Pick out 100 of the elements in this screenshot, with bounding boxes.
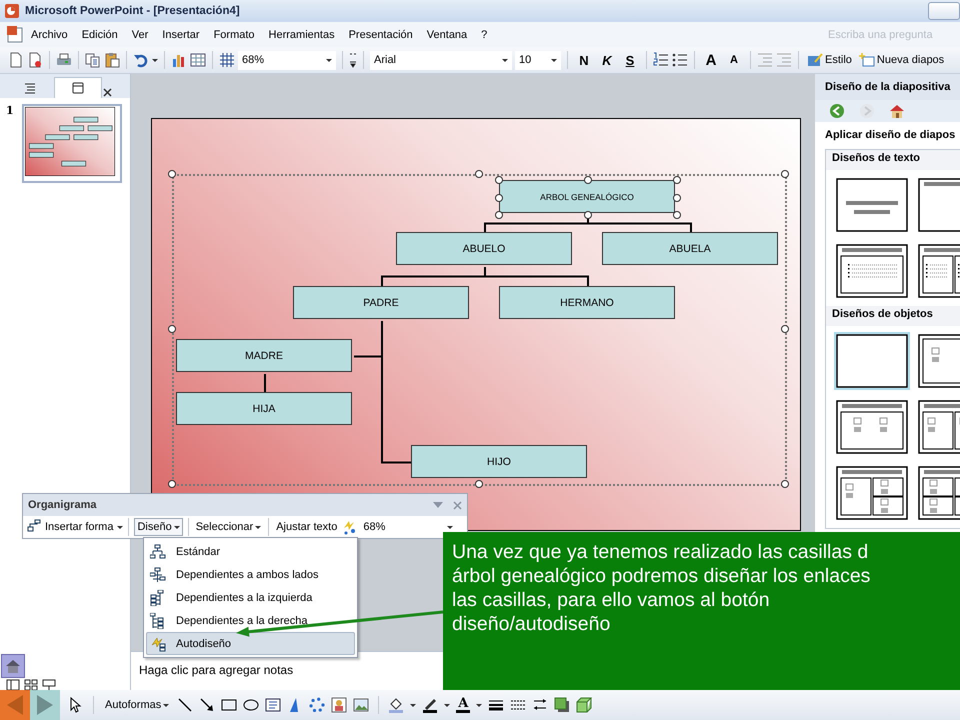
caret-icon[interactable] [163,704,170,706]
select-button[interactable]: Seleccionar [194,519,264,535]
new-slide-button[interactable]: Nueva diapos [856,50,946,70]
menu-item[interactable]: Dependientes a ambos lados [146,563,355,586]
org-layout-icon[interactable] [150,566,166,582]
org-layout-icon[interactable] [150,612,166,628]
org-chart-box[interactable]: HIJO [411,445,587,478]
home-icon[interactable] [889,103,905,119]
menu-item[interactable]: Presentación [342,28,420,40]
italic-button[interactable]: K [597,50,617,70]
insert-shape-button[interactable]: Insertar forma [25,517,116,537]
frame-handle[interactable] [474,170,482,178]
org-chart-box[interactable]: ARBOL GENEALÓGICO [499,180,675,213]
resize-handle[interactable] [495,211,503,219]
layout-thumbnail[interactable] [834,176,910,234]
clip-art-icon[interactable] [331,697,348,713]
menu-item[interactable]: ? [474,28,494,40]
caret-icon[interactable] [410,704,416,706]
caret-icon[interactable] [476,704,482,706]
menu-item[interactable]: Dependientes a la derecha [146,609,355,632]
slide-sorter-icon[interactable] [24,678,38,692]
printer-icon[interactable] [56,52,72,68]
menu-item[interactable]: Ver [124,28,156,40]
caret-icon[interactable] [152,58,158,62]
resize-handle[interactable] [495,176,503,184]
org-chart-box[interactable]: PADRE [293,286,469,319]
lightning-layout-icon[interactable] [150,636,166,652]
resize-handle[interactable] [495,194,503,202]
zoom-combo[interactable]: 68% [238,50,336,70]
org-layout-icon[interactable] [150,544,166,560]
line-icon[interactable] [177,697,194,713]
frame-handle[interactable] [474,480,482,488]
caret-icon[interactable] [551,58,557,62]
paste-icon[interactable] [104,52,120,68]
menu-item[interactable]: Archivo [24,28,75,40]
caret-icon[interactable] [117,526,124,528]
menu-item[interactable]: Insertar [155,28,207,40]
menu-item[interactable]: Dependientes a la izquierda [146,586,355,609]
font-color-button[interactable]: A [456,697,470,713]
frame-handle[interactable] [781,170,789,178]
slides-tab[interactable] [54,77,102,98]
text-box-icon[interactable] [265,697,282,713]
slide-thumbnail[interactable] [22,104,122,183]
layout-button[interactable]: Diseño [134,518,183,536]
frame-handle[interactable] [168,325,176,333]
style-button[interactable]: Estilo [805,50,854,70]
frame-handle[interactable] [781,325,789,333]
slideshow-icon[interactable] [42,678,56,692]
org-chart-box[interactable]: ABUELA [602,232,778,265]
underline-button[interactable]: S [620,50,640,70]
fill-bucket-icon[interactable] [388,697,404,713]
frame-handle[interactable] [781,480,789,488]
shadow-icon[interactable] [554,697,570,713]
resize-handle[interactable] [584,211,592,219]
restore-button[interactable] [928,2,960,20]
shrink-font-button[interactable]: A [724,52,744,68]
org-layout-icon[interactable] [150,590,166,606]
frame-handle[interactable] [168,480,176,488]
bold-button[interactable]: N [574,50,594,70]
table-icon[interactable] [190,52,206,68]
rectangle-icon[interactable] [221,697,238,713]
caret-icon[interactable] [255,526,262,528]
resize-handle[interactable] [673,176,681,184]
oval-icon[interactable] [243,697,260,713]
resize-handle[interactable] [584,176,592,184]
org-chart-box[interactable]: HERMANO [499,286,675,319]
chart-icon[interactable] [171,52,187,68]
layout-thumbnail[interactable] [834,242,910,300]
back-icon[interactable] [829,103,845,119]
bullet-list-icon[interactable] [672,52,688,68]
toolbar-options-icon[interactable] [349,52,357,68]
print-preview-icon[interactable] [27,52,43,68]
menu-item[interactable]: Herramientas [262,28,342,40]
resize-handle[interactable] [673,194,681,202]
font-size-combo[interactable]: 10 [515,50,561,70]
arrow-style-icon[interactable] [532,697,548,713]
autoformat-icon[interactable] [341,519,358,535]
3d-icon[interactable] [576,697,592,713]
normal-view-icon[interactable] [6,678,20,692]
frame-handle[interactable] [168,170,176,178]
menu-item[interactable]: Edición [74,28,125,40]
org-chart-box[interactable]: MADRE [176,339,352,372]
caret-icon[interactable] [174,526,180,528]
fit-text-button[interactable]: Ajustar texto [274,519,340,535]
caret-icon[interactable] [447,526,454,528]
caret-icon[interactable] [444,704,450,706]
menu-item[interactable]: Autodiseño [146,632,355,655]
arrow-icon[interactable] [199,697,216,713]
org-chart-box[interactable]: ABUELO [396,232,572,265]
picture-icon[interactable] [353,697,370,713]
document-menu-icon[interactable] [6,26,24,44]
new-document-icon[interactable] [8,52,24,68]
copy-icon[interactable] [85,52,101,68]
pointer-icon[interactable] [68,697,84,713]
font-combo[interactable]: Arial [370,50,512,70]
close-icon[interactable] [102,87,113,98]
autoshapes-button[interactable]: Autoformas [103,697,172,713]
resize-handle[interactable] [673,211,681,219]
grow-font-button[interactable]: A [701,50,721,70]
menu-item[interactable]: Formato [206,28,262,40]
